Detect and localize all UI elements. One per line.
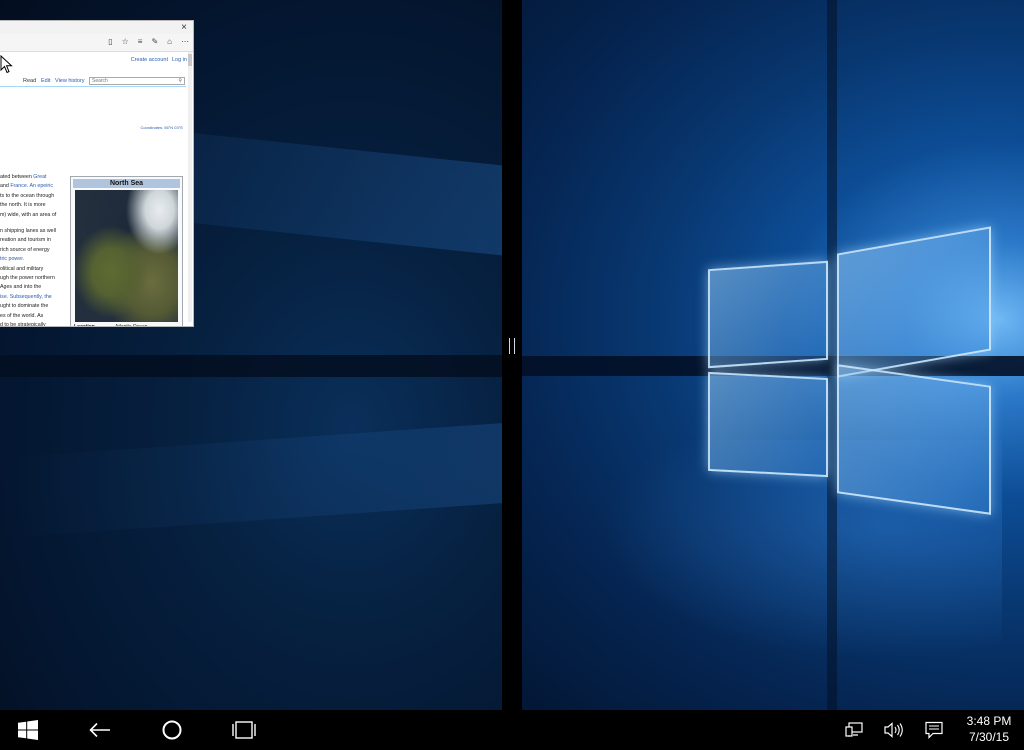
article-line: ugh the power northern — [0, 275, 55, 282]
browser-window[interactable]: × ▯ ☆ ≡ ✎ ⌂ ⋯ Create account Log in Read … — [0, 20, 194, 327]
coordinates-link[interactable]: Coordinates: 56°N 03°E — [140, 125, 183, 130]
article-line: ise. Subsequently, the — [0, 293, 66, 302]
tab-edit[interactable]: Edit — [41, 78, 50, 84]
article-line: es of the world. As — [0, 312, 44, 319]
wallpaper-window-pane — [708, 371, 828, 478]
search-icon[interactable]: ⚲ — [178, 78, 182, 84]
action-center-button[interactable] — [919, 710, 949, 750]
infobox-row: Location Atlantic Ocean — [71, 324, 182, 327]
article-line: reation and tourism in — [0, 237, 51, 244]
snap-divider-grip[interactable] — [509, 338, 515, 354]
task-view-button[interactable] — [224, 710, 264, 750]
article-line: n shipping lanes as well — [0, 228, 56, 235]
article-link[interactable]: France. An epeiric — [10, 183, 53, 189]
reading-view-icon[interactable]: ▯ — [108, 37, 112, 46]
wallpaper-window-pane — [837, 364, 991, 515]
article-link[interactable]: ise. Subsequently, the — [0, 294, 52, 300]
account-links: Create account Log in — [127, 57, 187, 63]
light-beam-lower — [0, 421, 502, 539]
tab-read[interactable]: Read — [23, 78, 36, 84]
scrollbar-thumb[interactable] — [188, 54, 192, 66]
back-button[interactable] — [80, 710, 120, 750]
infobox: North Sea LocationAtlantic OceanCoordina… — [70, 176, 183, 327]
volume-icon — [884, 722, 903, 738]
article-link[interactable]: Great — [33, 174, 46, 180]
mouse-cursor-icon — [0, 55, 13, 74]
infobox-title: North Sea — [73, 179, 180, 188]
network-tray-button[interactable] — [839, 710, 869, 750]
article-line: and France. An epeiric — [0, 183, 54, 190]
article-line: ated between Great — [0, 174, 47, 180]
taskbar: 3:48 PM 7/30/15 — [0, 710, 1024, 750]
action-center-icon — [925, 721, 943, 739]
close-button[interactable]: × — [181, 21, 187, 34]
clock-time: 3:48 PM — [966, 714, 1012, 728]
cortana-circle-icon — [162, 720, 182, 740]
share-icon[interactable]: ⌂ — [167, 37, 172, 46]
wallpaper-window-pane — [837, 226, 991, 378]
more-icon[interactable]: ⋯ — [181, 37, 189, 46]
article-line: ts to the ocean through — [0, 192, 55, 199]
tab-view-history[interactable]: View history — [55, 78, 85, 84]
snap-divider[interactable] — [502, 0, 522, 710]
search-input[interactable]: Search ⚲ — [89, 77, 185, 85]
article-link[interactable]: tric power. — [0, 256, 24, 262]
article-line: the north. It is more — [0, 202, 46, 209]
network-icon — [845, 722, 863, 737]
clock[interactable]: 3:48 PM 7/30/15 — [958, 713, 1020, 745]
article-text: ated between Great and France. An epeiric… — [0, 173, 66, 327]
cortana-button[interactable] — [152, 710, 192, 750]
article-line: rich source of energy — [0, 246, 50, 253]
web-page: Create account Log in Read Edit View hist… — [0, 52, 193, 327]
article-line: olitical and military — [0, 265, 44, 272]
infobox-key: Location — [74, 324, 95, 327]
favorite-star-icon[interactable]: ☆ — [122, 37, 129, 46]
volume-tray-button[interactable] — [879, 710, 909, 750]
wiki-tabs: Read Edit View history Search ⚲ — [0, 76, 186, 87]
windows-logo-icon — [18, 720, 38, 740]
clock-date: 7/30/15 — [968, 730, 1010, 744]
browser-toolbar: ▯ ☆ ≡ ✎ ⌂ ⋯ — [0, 34, 193, 52]
infobox-value: Atlantic Ocean — [115, 324, 148, 327]
satellite-image[interactable] — [75, 190, 178, 322]
start-button[interactable] — [8, 710, 48, 750]
login-link[interactable]: Log in — [172, 57, 187, 63]
hub-icon[interactable]: ≡ — [138, 37, 143, 46]
article-line — [0, 220, 66, 227]
scrollbar[interactable] — [188, 52, 192, 322]
article-line: ught to dominate the — [0, 303, 49, 310]
article-line: tric power. — [0, 255, 66, 264]
wallpaper-window-mullion — [827, 0, 837, 710]
back-arrow-icon — [89, 722, 110, 738]
desktop-wallpaper — [522, 0, 1024, 710]
wallpaper-window-pane — [708, 260, 828, 369]
article-line: d to be strategically — [0, 322, 46, 327]
article-line: Ages and into the — [0, 284, 42, 291]
create-account-link[interactable]: Create account — [131, 57, 168, 63]
article-line: m) wide, with an area of — [0, 211, 57, 218]
shadow-band — [0, 355, 502, 377]
browser-titlebar[interactable]: × — [0, 21, 193, 34]
task-view-icon — [232, 721, 256, 739]
web-note-icon[interactable]: ✎ — [151, 37, 158, 46]
